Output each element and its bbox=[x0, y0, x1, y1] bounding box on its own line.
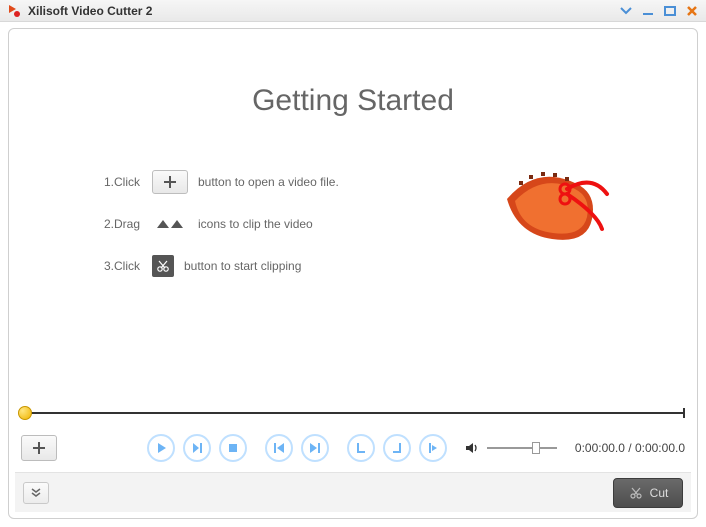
volume-slider[interactable] bbox=[487, 447, 557, 449]
volume-icon[interactable] bbox=[465, 441, 479, 455]
content-frame: Getting Started 1.Click button to open a… bbox=[8, 28, 698, 519]
goto-button[interactable] bbox=[419, 434, 447, 462]
stop-button[interactable] bbox=[219, 434, 247, 462]
timeline[interactable] bbox=[21, 406, 685, 420]
goto-icon bbox=[427, 442, 439, 454]
marker-in-icon bbox=[157, 220, 169, 228]
step-2: 2.Drag icons to clip the video bbox=[104, 211, 504, 237]
step-2-suffix: icons to clip the video bbox=[198, 217, 313, 231]
mark-in-button[interactable] bbox=[347, 434, 375, 462]
footer-bar: Cut bbox=[15, 472, 691, 512]
maximize-icon[interactable] bbox=[662, 4, 678, 18]
time-separator: / bbox=[625, 441, 635, 455]
time-total: 0:00:00.0 bbox=[635, 441, 685, 455]
getting-started-title: Getting Started bbox=[9, 84, 697, 118]
minimize-icon[interactable] bbox=[640, 4, 656, 18]
volume-control bbox=[465, 441, 557, 455]
step-1-suffix: button to open a video file. bbox=[198, 175, 339, 189]
scissors-icon bbox=[628, 485, 644, 501]
step-2-prefix: 2.Drag bbox=[104, 217, 152, 231]
time-current: 0:00:00.0 bbox=[575, 441, 625, 455]
next-button[interactable] bbox=[301, 434, 329, 462]
marker-out-icon bbox=[171, 220, 183, 228]
play-clip-button[interactable] bbox=[183, 434, 211, 462]
cut-demo-button bbox=[152, 255, 174, 277]
plus-icon bbox=[163, 175, 177, 189]
mark-out-icon bbox=[391, 442, 403, 454]
play-clip-icon bbox=[191, 442, 203, 454]
mark-out-button[interactable] bbox=[383, 434, 411, 462]
player-buttons bbox=[147, 434, 447, 462]
controls-row: 0:00:00.0 / 0:00:00.0 bbox=[21, 432, 685, 464]
volume-thumb[interactable] bbox=[532, 442, 540, 454]
app-title: Xilisoft Video Cutter 2 bbox=[28, 4, 618, 18]
close-icon[interactable] bbox=[684, 4, 700, 18]
film-scissors-art bbox=[497, 159, 617, 259]
time-display: 0:00:00.0 / 0:00:00.0 bbox=[575, 441, 685, 455]
app-icon bbox=[6, 3, 22, 19]
clip-markers-demo bbox=[152, 220, 188, 228]
mark-in-icon bbox=[355, 442, 367, 454]
prev-icon bbox=[273, 442, 285, 454]
step-1-prefix: 1.Click bbox=[104, 175, 152, 189]
window-buttons bbox=[618, 4, 700, 18]
step-3-suffix: button to start clipping bbox=[184, 259, 301, 273]
play-button[interactable] bbox=[147, 434, 175, 462]
dropdown-icon[interactable] bbox=[618, 4, 634, 18]
expand-icon bbox=[30, 488, 42, 498]
step-1: 1.Click button to open a video file. bbox=[104, 169, 504, 195]
play-icon bbox=[155, 442, 167, 454]
step-3: 3.Click button to start clipping bbox=[104, 253, 504, 279]
titlebar: Xilisoft Video Cutter 2 bbox=[0, 0, 706, 22]
step-3-prefix: 3.Click bbox=[104, 259, 152, 273]
cut-button[interactable]: Cut bbox=[613, 478, 683, 508]
cut-button-label: Cut bbox=[650, 486, 669, 500]
timeline-track bbox=[21, 412, 685, 414]
next-icon bbox=[309, 442, 321, 454]
add-file-demo-button bbox=[152, 170, 188, 194]
plus-icon bbox=[32, 441, 46, 455]
prev-button[interactable] bbox=[265, 434, 293, 462]
stop-icon bbox=[227, 442, 239, 454]
expand-panel-button[interactable] bbox=[23, 482, 49, 504]
scissors-icon bbox=[156, 259, 170, 273]
timeline-playhead[interactable] bbox=[18, 406, 32, 420]
add-file-button[interactable] bbox=[21, 435, 57, 461]
steps-list: 1.Click button to open a video file. 2.D… bbox=[104, 169, 504, 295]
